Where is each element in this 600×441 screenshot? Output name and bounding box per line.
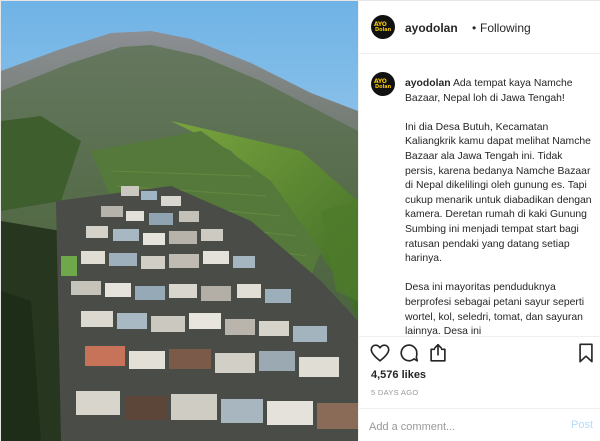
avatar-logo-text-bottom: Dolan	[375, 84, 392, 90]
caption-username-link[interactable]: ayodolan	[405, 78, 451, 89]
bookmark-icon[interactable]	[576, 342, 598, 364]
mountain-village-image	[1, 1, 358, 441]
avatar-logo-text-bottom: Dolan	[375, 27, 392, 33]
post-sidebar: AYO Dolan ayodolan • Following AYO Dolan…	[358, 1, 600, 441]
likes-count[interactable]: 4,576 likes	[371, 369, 426, 381]
caption-paragraph-2: Ini dia Desa Butuh, Kecamatan Kaliangkri…	[405, 121, 592, 265]
avatar[interactable]: AYO Dolan	[371, 15, 395, 39]
instagram-post: AYO Dolan ayodolan • Following AYO Dolan…	[0, 0, 600, 441]
comment-input[interactable]	[369, 419, 559, 435]
action-section: 4,576 likes 5 DAYS AGO Post	[359, 336, 600, 441]
caption-avatar[interactable]: AYO Dolan	[371, 72, 395, 96]
comment-bar: Post	[359, 408, 600, 441]
post-comment-button[interactable]: Post	[571, 419, 593, 431]
following-button[interactable]: Following	[480, 21, 531, 35]
caption-area: AYO Dolan ayodolan Ada tempat kaya Namch…	[359, 54, 600, 336]
share-icon[interactable]	[427, 342, 449, 364]
separator-dot: •	[472, 21, 477, 35]
post-header: AYO Dolan ayodolan • Following	[359, 1, 600, 54]
username-link[interactable]: ayodolan	[405, 21, 458, 35]
caption-text: ayodolan Ada tempat kaya Namche Bazaar, …	[405, 77, 593, 336]
comment-icon[interactable]	[398, 342, 420, 364]
caption-paragraph-3: Desa ini mayoritas penduduknya berprofes…	[405, 282, 585, 336]
heart-icon[interactable]	[369, 342, 391, 364]
post-date: 5 DAYS AGO	[371, 388, 419, 397]
post-photo[interactable]	[1, 1, 358, 441]
